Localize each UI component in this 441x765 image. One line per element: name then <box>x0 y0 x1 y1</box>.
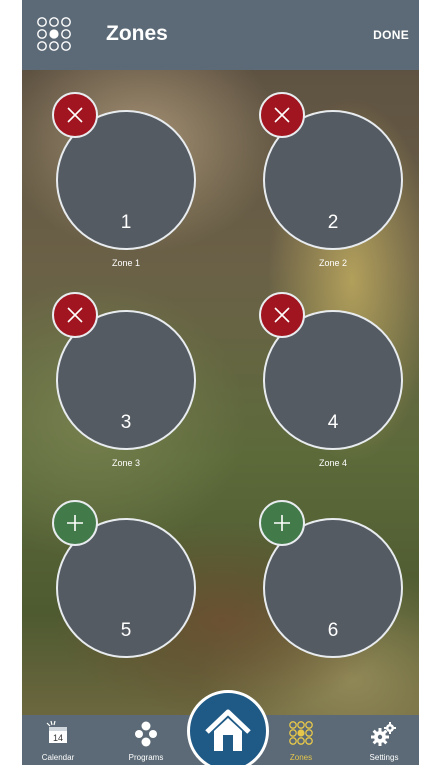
zones-grid-icon <box>288 720 314 751</box>
calendar-icon: 14 <box>45 720 71 751</box>
zone-name: Zone 2 <box>318 258 348 268</box>
tab-label: Zones <box>289 753 313 762</box>
add-zone-button[interactable] <box>259 500 305 546</box>
zones-menu-icon[interactable] <box>36 16 72 52</box>
remove-zone-button[interactable] <box>52 92 98 138</box>
programs-icon <box>132 720 160 753</box>
zones-screen: Zones DONE 1 Zone 1 2 Zone 2 3 Zone 3 4 … <box>22 0 419 765</box>
remove-zone-button[interactable] <box>52 292 98 338</box>
zone-number: 5 <box>120 620 132 641</box>
done-button[interactable]: DONE <box>373 28 409 42</box>
add-zone-button[interactable] <box>52 500 98 546</box>
zone-number: 4 <box>327 412 339 433</box>
top-bar: Zones DONE <box>22 0 419 70</box>
plus-icon <box>67 515 83 531</box>
remove-zone-button[interactable] <box>259 92 305 138</box>
home-button[interactable] <box>187 690 269 765</box>
zone-name: Zone 3 <box>111 458 141 468</box>
zone-number: 3 <box>120 412 132 433</box>
close-icon <box>274 107 290 123</box>
zone-name: Zone 1 <box>111 258 141 268</box>
tab-settings[interactable]: Settings <box>352 715 416 765</box>
close-icon <box>67 307 83 323</box>
calendar-day: 14 <box>53 733 63 743</box>
page-title: Zones <box>106 22 168 45</box>
zone-number: 1 <box>120 212 132 233</box>
tab-calendar[interactable]: 14 Calendar <box>26 715 90 765</box>
zone-name: Zone 4 <box>318 458 348 468</box>
tab-label: Programs <box>128 753 164 762</box>
remove-zone-button[interactable] <box>259 292 305 338</box>
tab-label: Calendar <box>41 753 75 762</box>
home-icon <box>205 709 251 751</box>
tab-label: Settings <box>369 753 399 762</box>
zone-number: 2 <box>327 212 339 233</box>
zone-number: 6 <box>327 620 339 641</box>
tab-programs[interactable]: Programs <box>114 715 178 765</box>
plus-icon <box>274 515 290 531</box>
close-icon <box>67 107 83 123</box>
close-icon <box>274 307 290 323</box>
tab-zones[interactable]: Zones <box>269 715 333 765</box>
gears-icon <box>370 720 398 753</box>
